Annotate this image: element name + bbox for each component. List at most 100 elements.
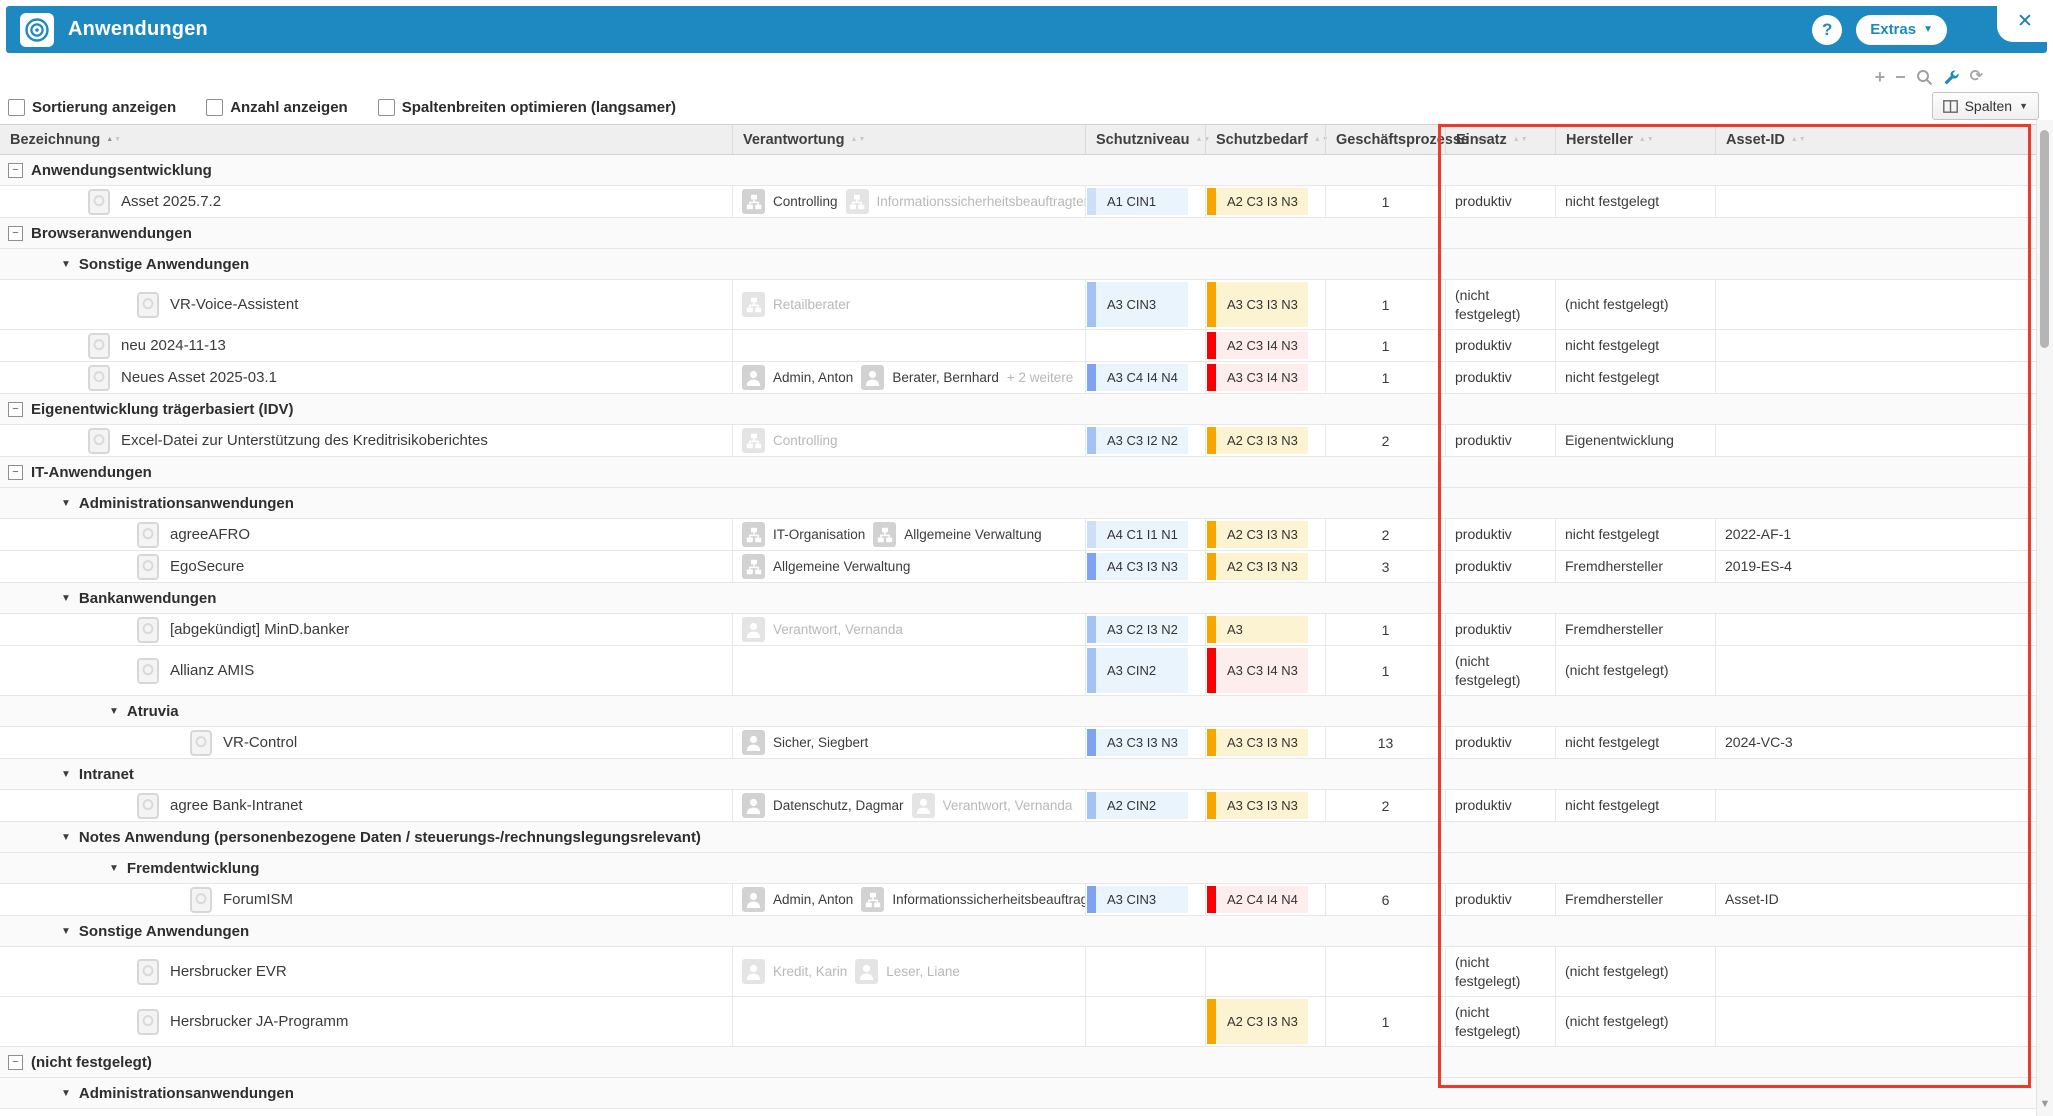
einsatz-cell: produktiv [1445, 790, 1555, 821]
table-row[interactable]: Hersbrucker EVRKredit, KarinLeser, Liane… [0, 947, 2037, 997]
group-cell: ▼Atruvia [0, 696, 2037, 726]
group-row[interactable]: ▼Sonstige Anwendungen [0, 916, 2037, 947]
group-row[interactable]: ▼Atruvia [0, 696, 2037, 727]
wrench-icon[interactable] [1943, 69, 1960, 86]
collapse-caret-icon[interactable]: ▼ [109, 706, 119, 717]
collapse-minus-icon[interactable]: − [8, 226, 23, 241]
bezeichnung-cell: Allianz AMIS [0, 646, 732, 695]
schutzbedarf-cell: A2 C3 I3 N3 [1205, 997, 1325, 1046]
group-row[interactable]: ▼Administrationsanwendungen [0, 1078, 2037, 1109]
vertical-scrollbar[interactable]: ▼ [2036, 120, 2053, 1116]
help-button[interactable]: ? [1812, 15, 1842, 45]
group-cell: −Eigenentwicklung trägerbasiert (IDV) [0, 394, 2037, 424]
refresh-icon[interactable]: ⟳ [1970, 68, 1983, 86]
collapse-minus-icon[interactable]: − [8, 465, 23, 480]
bezeichnung-cell: VR-Control [0, 727, 732, 758]
app-icon [137, 292, 159, 318]
collapse-caret-icon[interactable]: ▼ [109, 863, 119, 874]
table-row[interactable]: [abgekündigt] MinD.bankerVerantwort, Ver… [0, 614, 2037, 646]
group-row[interactable]: −Anwendungsentwicklung [0, 155, 2037, 186]
column-header-7[interactable]: Asset-ID▲▼ [1715, 125, 2037, 154]
verantwortung-cell: Sicher, Siegbert [732, 727, 1085, 758]
collapse-caret-icon[interactable]: ▼ [61, 832, 71, 843]
einsatz-value: produktiv [1455, 368, 1512, 387]
app-icon [88, 189, 110, 215]
collapse-caret-icon[interactable]: ▼ [61, 593, 71, 604]
group-row[interactable]: ▼Bankanwendungen [0, 583, 2037, 614]
table-row[interactable]: Hersbrucker JA-ProgrammA2 C3 I3 N31(nich… [0, 997, 2037, 1047]
responsible-name: Admin, Anton [773, 892, 853, 907]
columns-button[interactable]: Spalten ▼ [1932, 92, 2039, 120]
bezeichnung-cell: neu 2024-11-13 [0, 330, 732, 361]
column-header-0[interactable]: Bezeichnung▲▼ [0, 125, 732, 154]
group-row[interactable]: ▼Fremdentwicklung [0, 853, 2037, 884]
column-header-1[interactable]: Verantwortung▲▼ [732, 125, 1085, 154]
extras-button[interactable]: Extras ▼ [1856, 15, 1947, 45]
collapse-minus-icon[interactable]: − [8, 163, 23, 178]
zoom-out-icon[interactable]: − [1895, 68, 1906, 86]
collapse-caret-icon[interactable]: ▼ [61, 259, 71, 270]
level-color-strip [1087, 521, 1096, 548]
zoom-in-icon[interactable]: + [1875, 68, 1886, 86]
group-row[interactable]: ▼Intranet [0, 759, 2037, 790]
table-row[interactable]: agreeAFROIT-OrganisationAllgemeine Verwa… [0, 519, 2037, 551]
collapse-caret-icon[interactable]: ▼ [61, 498, 71, 509]
verantwortung-cell: Controlling [732, 425, 1085, 456]
scroll-down-icon[interactable]: ▼ [2037, 1098, 2053, 1110]
column-header-3[interactable]: Schutzbedarf▲▼ [1205, 125, 1325, 154]
collapse-minus-icon[interactable]: − [8, 402, 23, 417]
group-row[interactable]: −Eigenentwicklung trägerbasiert (IDV) [0, 394, 2037, 425]
collapse-minus-icon[interactable]: − [8, 1055, 23, 1070]
table-row[interactable]: agree Bank-IntranetDatenschutz, DagmarVe… [0, 790, 2037, 822]
schutzniveau-cell [1085, 947, 1205, 996]
level-color-strip [1087, 648, 1096, 693]
asset-id-value: 2019-ES-4 [1725, 557, 1792, 576]
sort-asc-icon: ▲ [1639, 136, 1646, 143]
hersteller-cell: Fremdhersteller [1555, 614, 1715, 645]
checkbox-box-icon[interactable] [8, 99, 25, 116]
table-row[interactable]: VR-Voice-AssistentRetailberaterA3 CIN3A3… [0, 280, 2037, 330]
geschaeftsprozesse-cell [1325, 947, 1445, 996]
verantwortung-cell: Allgemeine Verwaltung [732, 551, 1085, 582]
table-row[interactable]: neu 2024-11-13A2 C3 I4 N31produktivnicht… [0, 330, 2037, 362]
checkbox-2[interactable]: Spaltenbreiten optimieren (langsamer) [378, 99, 676, 116]
table-row[interactable]: EgoSecureAllgemeine VerwaltungA4 C3 I3 N… [0, 551, 2037, 583]
collapse-caret-icon[interactable]: ▼ [61, 926, 71, 937]
responsible-name: Allgemeine Verwaltung [773, 559, 910, 574]
app-icon [88, 428, 110, 454]
table-row[interactable]: Asset 2025.7.2ControllingInformationssic… [0, 186, 2037, 218]
checkbox-0[interactable]: Sortierung anzeigen [8, 99, 176, 116]
column-header-2[interactable]: Schutzniveau▲▼ [1085, 125, 1205, 154]
column-header-4[interactable]: Geschäftsprozesse▲▼ [1325, 125, 1445, 154]
table-row[interactable]: Neues Asset 2025-03.1Admin, AntonBerater… [0, 362, 2037, 394]
group-row[interactable]: −(nicht festgelegt) [0, 1047, 2037, 1078]
group-row[interactable]: ▼Sonstige Anwendungen [0, 249, 2037, 280]
checkbox-box-icon[interactable] [378, 99, 395, 116]
group-row[interactable]: ▼Notes Anwendung (personenbezogene Daten… [0, 822, 2037, 853]
schutzbedarf-chip: A2 C3 I3 N3 [1207, 427, 1308, 454]
checkbox-1[interactable]: Anzahl anzeigen [206, 99, 348, 116]
group-row[interactable]: ▼Administrationsanwendungen [0, 488, 2037, 519]
close-icon[interactable]: ✕ [2017, 10, 2033, 33]
column-header-6[interactable]: Hersteller▲▼ [1555, 125, 1715, 154]
group-row[interactable]: −IT-Anwendungen [0, 457, 2037, 488]
schutzbedarf-value: A2 C3 I3 N3 [1216, 427, 1308, 454]
collapse-caret-icon[interactable]: ▼ [61, 769, 71, 780]
table-row[interactable]: VR-ControlSicher, SiegbertA3 C3 I3 N3A3 … [0, 727, 2037, 759]
column-header-5[interactable]: Einsatz▲▼ [1445, 125, 1555, 154]
group-row[interactable]: −Browseranwendungen [0, 218, 2037, 249]
collapse-caret-icon[interactable]: ▼ [61, 1088, 71, 1099]
app-name: VR-Control [223, 734, 297, 751]
table-row[interactable]: Allianz AMISA3 CIN2A3 C3 I4 N31(nicht fe… [0, 646, 2037, 696]
schutzbedarf-chip: A2 C3 I4 N3 [1207, 332, 1308, 359]
bezeichnung-cell: Hersbrucker EVR [0, 947, 732, 996]
table-row[interactable]: ForumISMAdmin, AntonInformationssicherhe… [0, 884, 2037, 916]
search-icon[interactable] [1916, 69, 1933, 86]
level-color-strip [1087, 886, 1096, 913]
group-label: IT-Anwendungen [31, 464, 152, 481]
table-row[interactable]: Excel-Datei zur Unterstützung des Kredit… [0, 425, 2037, 457]
scrollbar-thumb[interactable] [2040, 130, 2049, 348]
checkbox-box-icon[interactable] [206, 99, 223, 116]
org-icon [861, 887, 884, 912]
level-color-strip [1207, 521, 1216, 548]
